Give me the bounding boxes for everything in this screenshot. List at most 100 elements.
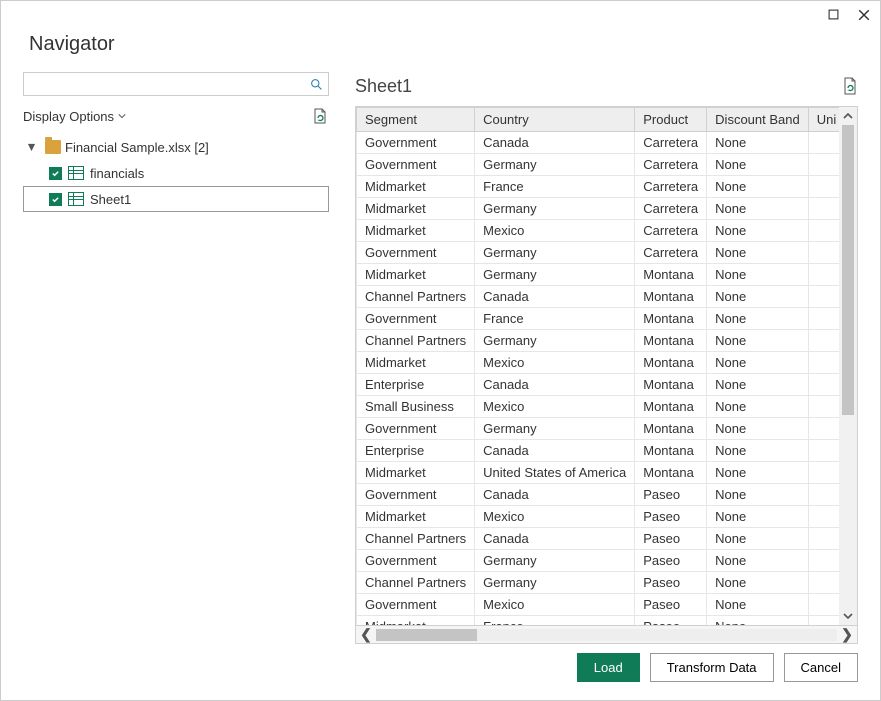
display-options-dropdown[interactable]: Display Options: [23, 109, 126, 124]
tree-item[interactable]: Sheet1: [23, 186, 329, 212]
search-input-wrap[interactable]: [23, 72, 329, 96]
column-header[interactable]: Discount Band: [707, 108, 809, 132]
refresh-icon[interactable]: [311, 107, 329, 125]
preview-refresh-icon[interactable]: [842, 77, 858, 95]
table-row[interactable]: GovernmentMexicoPaseoNone: [357, 594, 840, 616]
table-cell: Mexico: [475, 220, 635, 242]
table-cell: Montana: [635, 330, 707, 352]
horizontal-scroll-thumb[interactable]: [376, 629, 477, 641]
horizontal-scrollbar[interactable]: ❮ ❯: [355, 626, 858, 644]
vertical-scrollbar[interactable]: [839, 107, 857, 625]
scroll-right-icon[interactable]: ❯: [837, 626, 857, 643]
tree-item[interactable]: financials: [23, 160, 329, 186]
table-cell: Germany: [475, 154, 635, 176]
table-cell: Montana: [635, 286, 707, 308]
table-row[interactable]: MidmarketGermanyCarreteraNone: [357, 198, 840, 220]
table-cell: Germany: [475, 330, 635, 352]
table-cell: Germany: [475, 198, 635, 220]
table-row[interactable]: MidmarketFrancePaseoNone: [357, 616, 840, 626]
table-row[interactable]: MidmarketUnited States of AmericaMontana…: [357, 462, 840, 484]
table-row[interactable]: GovernmentFranceMontanaNone: [357, 308, 840, 330]
load-button[interactable]: Load: [577, 653, 640, 682]
tree-item-label: financials: [90, 166, 144, 181]
table-cell: None: [707, 176, 809, 198]
table-cell: Channel Partners: [357, 572, 475, 594]
column-header[interactable]: Uni: [808, 108, 839, 132]
table-cell: Canada: [475, 528, 635, 550]
table-row[interactable]: Small BusinessMexicoMontanaNone: [357, 396, 840, 418]
table-row[interactable]: MidmarketMexicoPaseoNone: [357, 506, 840, 528]
table-cell: Montana: [635, 264, 707, 286]
table-cell: None: [707, 528, 809, 550]
table-cell: [808, 396, 839, 418]
close-icon[interactable]: [858, 9, 872, 23]
search-icon[interactable]: [306, 78, 326, 91]
table-cell: Montana: [635, 440, 707, 462]
table-row[interactable]: MidmarketFranceCarreteraNone: [357, 176, 840, 198]
table-row[interactable]: MidmarketMexicoCarreteraNone: [357, 220, 840, 242]
cancel-button[interactable]: Cancel: [784, 653, 858, 682]
scroll-left-icon[interactable]: ❮: [356, 626, 376, 643]
table-row[interactable]: Channel PartnersCanadaPaseoNone: [357, 528, 840, 550]
table-cell: None: [707, 572, 809, 594]
table-row[interactable]: GovernmentGermanyCarreteraNone: [357, 242, 840, 264]
table-row[interactable]: MidmarketMexicoMontanaNone: [357, 352, 840, 374]
table-row[interactable]: GovernmentCanadaCarreteraNone: [357, 132, 840, 154]
table-row[interactable]: Channel PartnersCanadaMontanaNone: [357, 286, 840, 308]
table-row[interactable]: Channel PartnersGermanyMontanaNone: [357, 330, 840, 352]
table-icon: [68, 192, 84, 206]
tree-file-node[interactable]: Financial Sample.xlsx [2]: [23, 134, 329, 160]
checkbox[interactable]: [49, 193, 62, 206]
table-cell: None: [707, 462, 809, 484]
table-row[interactable]: GovernmentGermanyMontanaNone: [357, 418, 840, 440]
table-row[interactable]: GovernmentGermanyPaseoNone: [357, 550, 840, 572]
table-cell: Midmarket: [357, 352, 475, 374]
navigator-tree: Financial Sample.xlsx [2] financials Shee…: [23, 134, 329, 212]
table-cell: None: [707, 550, 809, 572]
scroll-up-icon[interactable]: [843, 111, 853, 121]
table-row[interactable]: GovernmentGermanyCarreteraNone: [357, 154, 840, 176]
table-cell: [808, 330, 839, 352]
table-row[interactable]: EnterpriseCanadaMontanaNone: [357, 440, 840, 462]
dialog-title: Navigator: [1, 31, 880, 72]
table-cell: Mexico: [475, 506, 635, 528]
table-cell: [808, 462, 839, 484]
table-cell: [808, 550, 839, 572]
table-cell: Midmarket: [357, 264, 475, 286]
table-cell: Enterprise: [357, 440, 475, 462]
table-row[interactable]: EnterpriseCanadaMontanaNone: [357, 374, 840, 396]
tree-file-label: Financial Sample.xlsx [2]: [65, 140, 209, 155]
column-header[interactable]: Product: [635, 108, 707, 132]
table-cell: Germany: [475, 242, 635, 264]
table-cell: Canada: [475, 286, 635, 308]
table-cell: [808, 572, 839, 594]
table-cell: [808, 242, 839, 264]
table-cell: Germany: [475, 550, 635, 572]
collapse-icon[interactable]: [27, 143, 41, 152]
table-row[interactable]: Channel PartnersGermanyPaseoNone: [357, 572, 840, 594]
table-cell: Government: [357, 550, 475, 572]
search-input[interactable]: [24, 73, 306, 95]
table-cell: Paseo: [635, 550, 707, 572]
checkbox[interactable]: [49, 167, 62, 180]
table-row[interactable]: MidmarketGermanyMontanaNone: [357, 264, 840, 286]
table-cell: Government: [357, 594, 475, 616]
table-cell: Midmarket: [357, 176, 475, 198]
table-cell: Mexico: [475, 396, 635, 418]
table-cell: Paseo: [635, 528, 707, 550]
table-cell: None: [707, 220, 809, 242]
table-cell: None: [707, 242, 809, 264]
column-header[interactable]: Country: [475, 108, 635, 132]
scroll-down-icon[interactable]: [843, 611, 853, 621]
table-icon: [68, 166, 84, 180]
table-cell: [808, 374, 839, 396]
table-cell: [808, 440, 839, 462]
table-row[interactable]: GovernmentCanadaPaseoNone: [357, 484, 840, 506]
table-cell: France: [475, 616, 635, 626]
transform-data-button[interactable]: Transform Data: [650, 653, 774, 682]
maximize-icon[interactable]: [828, 9, 842, 23]
vertical-scroll-thumb[interactable]: [842, 125, 854, 415]
table-cell: None: [707, 330, 809, 352]
table-cell: Government: [357, 242, 475, 264]
column-header[interactable]: Segment: [357, 108, 475, 132]
